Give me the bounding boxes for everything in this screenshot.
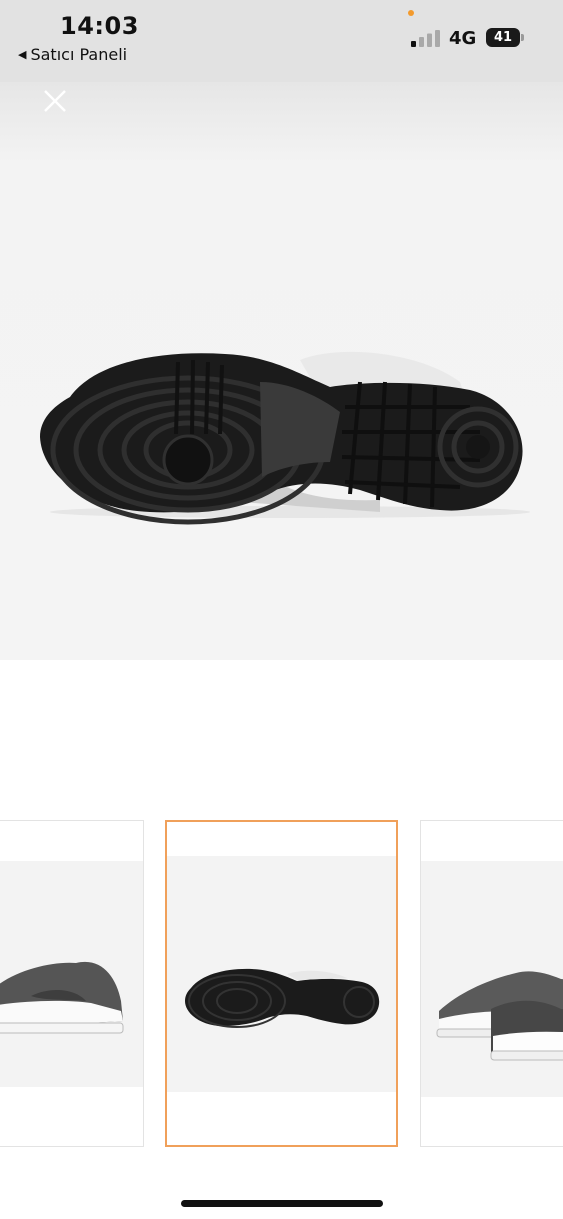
thumbnail-strip[interactable] xyxy=(0,818,563,1150)
home-indicator[interactable] xyxy=(181,1200,383,1207)
close-icon xyxy=(44,90,66,112)
battery-cap xyxy=(521,34,524,41)
thumbnail-3[interactable] xyxy=(420,820,563,1147)
network-type: 4G xyxy=(449,28,477,49)
back-to-seller-panel-link[interactable]: ◀ Satıcı Paneli xyxy=(18,45,127,64)
sneaker-pair-image xyxy=(436,971,563,1061)
thumbnail-2-image xyxy=(167,856,396,1092)
sneaker-side-view-image xyxy=(0,961,124,1034)
status-time: 14:03 xyxy=(60,12,139,40)
back-triangle-icon: ◀ xyxy=(18,48,27,61)
close-button[interactable] xyxy=(40,86,70,116)
privacy-indicator-dot xyxy=(408,10,414,16)
cellular-signal-icon xyxy=(411,30,440,47)
thumbnail-1-image xyxy=(0,861,143,1087)
thumbnail-1[interactable] xyxy=(0,820,144,1147)
thumbnail-2[interactable] xyxy=(165,820,398,1147)
back-link-label: Satıcı Paneli xyxy=(30,45,128,64)
battery-icon: 41 xyxy=(486,28,520,47)
battery-level: 41 xyxy=(493,30,513,45)
sneaker-outsole-thumb xyxy=(185,968,380,1028)
sneaker-outsole-image xyxy=(40,351,530,525)
thumbnail-3-image xyxy=(421,861,563,1097)
